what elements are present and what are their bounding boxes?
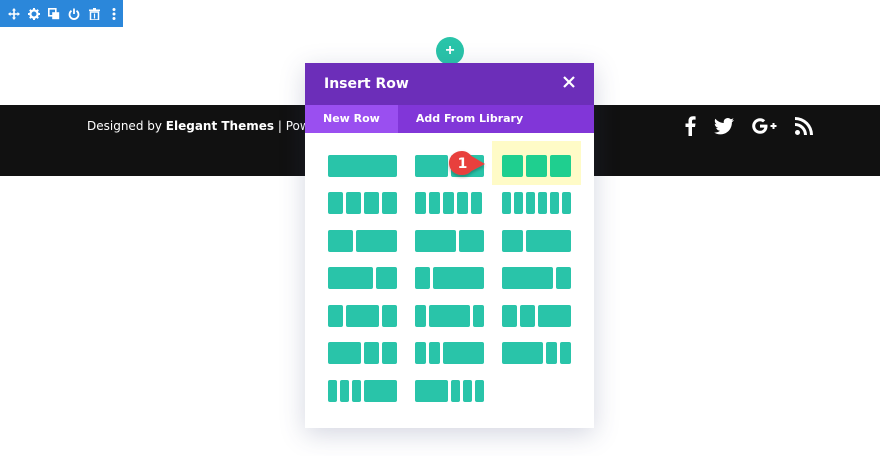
section-toolbar — [0, 0, 123, 27]
layout-option-six-sixths[interactable] — [502, 192, 571, 214]
layout-option-1-5-3-5-1-5[interactable] — [415, 305, 484, 327]
layout-option-1-6-1-6-1-6-1-2[interactable] — [328, 380, 397, 402]
credits-designed-by: Designed by — [87, 119, 166, 133]
layout-option-2-3-1-3[interactable] — [328, 267, 397, 289]
modal-title: Insert Row — [324, 76, 409, 92]
move-icon[interactable] — [6, 5, 22, 23]
gear-icon[interactable] — [26, 5, 42, 23]
layout-option-1-4-1-2-1-4[interactable] — [328, 305, 397, 327]
power-icon[interactable] — [66, 5, 82, 23]
tab-add-from-library[interactable]: Add From Library — [398, 105, 541, 133]
insert-row-modal: Insert Row New Row Add From Library — [305, 63, 594, 428]
layout-option-3-4-1-4[interactable] — [502, 267, 571, 289]
layout-option-3-5-2-5[interactable] — [415, 230, 484, 252]
add-row-button[interactable]: + — [436, 37, 464, 65]
modal-tabs: New Row Add From Library — [305, 105, 594, 133]
more-icon[interactable] — [106, 5, 122, 23]
layout-option-five-fifths[interactable] — [415, 192, 482, 214]
layout-option-1-5-1-5-3-5[interactable] — [415, 342, 484, 364]
duplicate-icon[interactable] — [46, 5, 62, 23]
add-row-plus-icon: + — [445, 42, 455, 59]
layout-option-2-5-3-5[interactable] — [328, 230, 397, 252]
twitter-icon[interactable] — [712, 115, 736, 137]
close-icon[interactable] — [560, 73, 578, 91]
layout-option-1-2-1-4-1-4[interactable] — [328, 342, 397, 364]
layout-option-1-3-2-3[interactable] — [502, 230, 571, 252]
layout-option-3-5-1-5-1-5[interactable] — [502, 342, 571, 364]
rss-icon[interactable] — [792, 115, 816, 137]
layout-option-1[interactable] — [328, 155, 397, 177]
google-plus-icon[interactable] — [750, 115, 780, 137]
layout-option-1-3-1-3-1-3[interactable] — [502, 155, 571, 177]
credits-elegant-themes-link[interactable]: Elegant Themes — [166, 119, 274, 133]
facebook-icon[interactable] — [678, 115, 702, 137]
layout-option-1-4-3-4[interactable] — [415, 267, 484, 289]
layout-option-four-quarters[interactable] — [328, 192, 397, 214]
modal-header: Insert Row — [305, 63, 594, 105]
callout-number: 1 — [457, 156, 468, 172]
tab-new-row[interactable]: New Row — [305, 105, 398, 133]
trash-icon[interactable] — [86, 5, 102, 23]
layout-option-1-4-1-4-1-2[interactable] — [502, 305, 571, 327]
layout-option-1-2-1-6-1-6-1-6[interactable] — [415, 380, 484, 402]
